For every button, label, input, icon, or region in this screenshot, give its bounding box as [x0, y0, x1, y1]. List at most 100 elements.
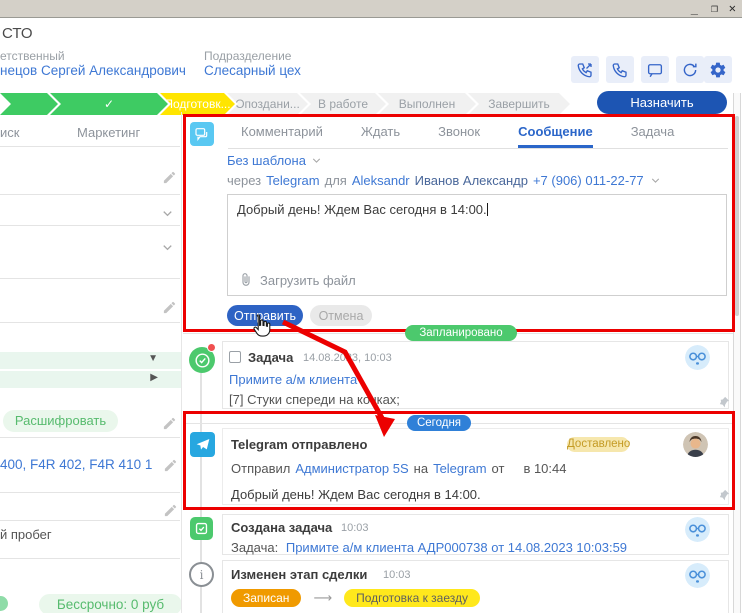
- sidebar-tab-search[interactable]: иск: [0, 125, 19, 140]
- chevron-down-icon: [310, 154, 323, 167]
- task-created-icon: [190, 517, 213, 540]
- responsible-label: етственный: [0, 49, 65, 63]
- call-button[interactable]: [606, 56, 634, 83]
- close-icon[interactable]: ✕: [729, 1, 736, 15]
- bot-avatar-icon: [685, 563, 710, 588]
- divider: [181, 112, 182, 613]
- pin-icon[interactable]: [717, 489, 730, 502]
- divider: [0, 278, 180, 279]
- window-titlebar: _ ❐ ✕: [0, 0, 742, 18]
- on-label: на: [414, 461, 428, 476]
- notification-dot: [207, 343, 216, 352]
- outgoing-call-button[interactable]: [571, 56, 599, 83]
- recipient-name[interactable]: Иванов Александр: [415, 173, 528, 188]
- entry-datetime: 14.08.2023, 10:03: [303, 352, 392, 364]
- channel-link[interactable]: Telegram: [433, 461, 486, 476]
- pencil-icon: [163, 503, 178, 518]
- edit-field-button[interactable]: [163, 458, 178, 473]
- stage-done-1[interactable]: [0, 93, 58, 115]
- minimize-icon[interactable]: _: [691, 1, 698, 15]
- chat-button[interactable]: [641, 56, 669, 83]
- send-button[interactable]: Отправить: [227, 305, 303, 326]
- divider: [0, 194, 180, 195]
- via-label: через: [227, 173, 261, 188]
- stage-vypolnen[interactable]: Выполнен: [378, 93, 476, 115]
- chevron-down-icon: [160, 206, 175, 221]
- entry-title: Изменен этап сделки: [231, 567, 367, 582]
- timeline-entry-telegram: Telegram отправлено Доставлено Отправил …: [222, 428, 729, 505]
- pin-icon[interactable]: [717, 396, 730, 409]
- avatar-photo: [683, 432, 708, 457]
- phone-icon: [611, 61, 629, 79]
- upload-file-button[interactable]: Загрузить файл: [238, 272, 356, 288]
- dropdown-field[interactable]: [160, 206, 175, 221]
- today-badge: Сегодня: [407, 415, 471, 431]
- paperclip-icon: [238, 272, 254, 288]
- divider: [0, 225, 180, 226]
- telegram-body: Добрый день! Ждем Вас сегодня в 14:00.: [231, 487, 481, 502]
- communication-mode-icon[interactable]: [190, 122, 214, 146]
- settings-button[interactable]: [704, 56, 732, 83]
- divider: [0, 558, 180, 559]
- task-link[interactable]: Примите а/м клиента: [229, 372, 357, 387]
- entry-time: 10:03: [383, 569, 411, 581]
- cancel-button[interactable]: Отмена: [310, 305, 372, 326]
- timeline-entry-created: Создана задача 10:03 Задача: Примите а/м…: [222, 514, 729, 555]
- tab-call[interactable]: Звонок: [438, 124, 480, 148]
- created-task-link[interactable]: Примите а/м клиента АДР000738 от 14.08.2…: [286, 540, 627, 555]
- maximize-icon[interactable]: ❐: [711, 1, 718, 15]
- timeline-entry-stage: Изменен этап сделки 10:03 Записан ⟶ Подг…: [222, 560, 729, 613]
- pencil-icon: [162, 300, 177, 315]
- tree-row-collapsed[interactable]: ▶: [0, 371, 182, 388]
- sender-link[interactable]: Администратор 5S: [295, 461, 408, 476]
- bot-avatar-icon: [685, 345, 710, 370]
- message-textarea[interactable]: Добрый день! Ждем Вас сегодня в 14:00. З…: [227, 194, 727, 296]
- timeline-entry-task: Задача 14.08.2023, 10:03 Примите а/м кли…: [222, 341, 729, 409]
- tab-message[interactable]: Сообщение: [518, 124, 593, 148]
- dropdown-field[interactable]: [160, 240, 175, 255]
- paper-plane-icon: [195, 437, 211, 453]
- tab-wait[interactable]: Ждать: [361, 124, 400, 148]
- decrypt-badge[interactable]: Расшифровать: [3, 410, 118, 432]
- divider: [0, 437, 180, 438]
- entry-time: 10:03: [341, 522, 369, 534]
- message-text: Добрый день! Ждем Вас сегодня в 14:00.: [237, 202, 487, 217]
- department-value[interactable]: Слесарный цех: [204, 63, 301, 78]
- stage-opozdanie[interactable]: Опоздани...: [227, 93, 308, 115]
- stage-from-badge: Записан: [231, 589, 301, 607]
- recipient-nick[interactable]: Aleksandr: [352, 173, 410, 188]
- avatar: [685, 517, 710, 542]
- tab-comment[interactable]: Комментарий: [241, 124, 323, 148]
- entry-title: Telegram отправлено: [231, 437, 367, 452]
- engine-codes-link[interactable]: 400, F4R 402, F4R 410 1: [0, 457, 152, 472]
- tree-row-expanded[interactable]: ▼: [0, 352, 182, 369]
- status-dot: [0, 596, 8, 611]
- assign-button[interactable]: Назначить: [597, 91, 727, 114]
- phone-outgoing-icon: [576, 61, 594, 79]
- divider: [0, 520, 180, 521]
- stage-v-rabote[interactable]: В работе: [300, 93, 386, 115]
- stage-zavershit[interactable]: Завершить: [468, 93, 570, 115]
- template-value[interactable]: Без шаблона: [227, 153, 306, 168]
- created-line: Задача: Примите а/м клиента АДР000738 от…: [231, 540, 627, 555]
- stage-done-2[interactable]: ✓: [50, 93, 168, 115]
- edit-field-button[interactable]: [162, 170, 177, 185]
- triangle-right-icon: ▶: [150, 372, 158, 383]
- stage-podgotovka[interactable]: Подготовк...: [160, 93, 235, 115]
- divider: [0, 146, 180, 147]
- stage-to-badge: Подготовка к заезду: [344, 589, 480, 607]
- edit-field-button[interactable]: [163, 503, 178, 518]
- from-label: от: [492, 461, 505, 476]
- responsible-value[interactable]: нецов Сергей Александрович: [0, 63, 186, 78]
- template-selector[interactable]: Без шаблона: [227, 153, 323, 168]
- edit-field-button[interactable]: [162, 300, 177, 315]
- refresh-button[interactable]: [676, 56, 704, 83]
- channel-link[interactable]: Telegram: [266, 173, 319, 188]
- recipient-phone[interactable]: +7 (906) 011-22-77: [533, 173, 644, 188]
- task-checkbox[interactable]: [229, 351, 241, 363]
- tab-task[interactable]: Задача: [631, 124, 675, 148]
- sidebar-tab-marketing[interactable]: Маркетинг: [77, 125, 140, 140]
- edit-field-button[interactable]: [162, 416, 177, 431]
- arrow-right-icon: ⟶: [313, 590, 332, 606]
- scrollbar-thumb[interactable]: [735, 116, 739, 316]
